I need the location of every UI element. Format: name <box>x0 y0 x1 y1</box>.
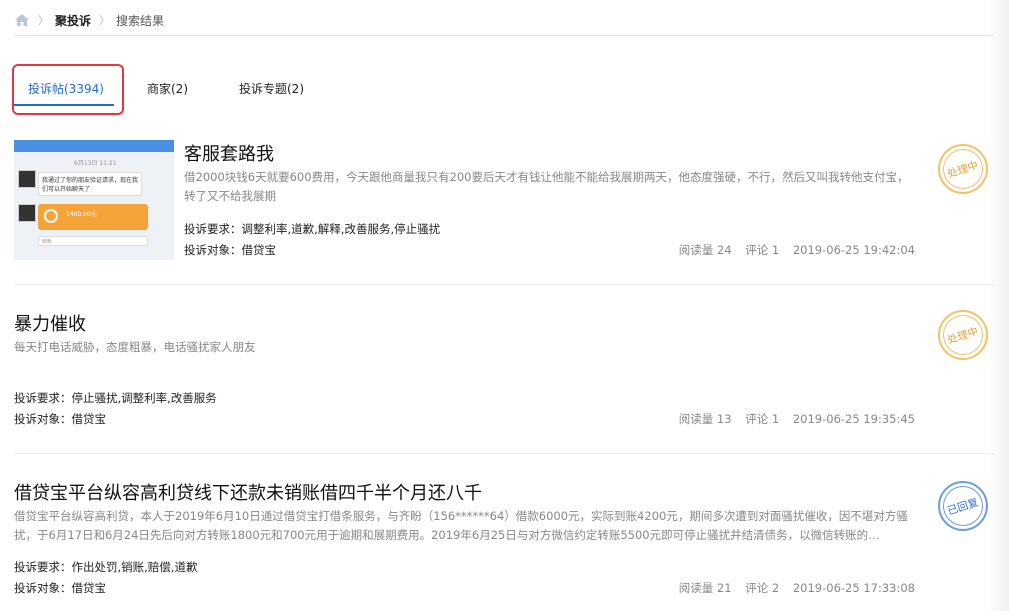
complaint-description: 借贷宝平台纵容高利贷，本人于2019年6月10日通过借贷宝打借条服务，与齐盼（1… <box>14 509 908 542</box>
view-count: 阅读量 24 <box>678 243 732 257</box>
avatar <box>18 204 36 222</box>
thumbnail-input-text: 转账 <box>42 239 53 245</box>
chevron-right-icon: 〉 <box>38 14 49 27</box>
thumbnail-message: 我通过了你的朋友验证请求，现在我们可以开始聊天了 <box>38 172 142 196</box>
tab-complaints[interactable]: 投诉帖(3394) <box>28 80 104 112</box>
comment-count: 评论 2 <box>745 581 780 595</box>
comment-count: 评论 1 <box>745 243 780 257</box>
thumbnail-date: 6月13日 11:21 <box>74 160 117 167</box>
timestamp: 2019-06-25 17:33:08 <box>792 581 915 595</box>
breadcrumb-link-jutousu[interactable]: 聚投诉 <box>55 12 91 29</box>
complaint-demand: 投诉要求：停止骚扰,调整利率,改善服务 <box>14 391 217 405</box>
complaint-description: 借2000块钱6天就要600费用，今天跟他商量我只有200要后天才有钱让他能不能… <box>184 170 909 203</box>
timestamp: 2019-06-25 19:42:04 <box>792 243 915 257</box>
complaint-target: 投诉对象：借贷宝 <box>184 243 276 257</box>
item-divider <box>14 453 994 454</box>
complaint-item[interactable]: 6月13日 11:21 我通过了你的朋友验证请求，现在我们可以开始聊天了 140… <box>14 140 994 270</box>
tab-topics[interactable]: 投诉专题(2) <box>239 80 304 112</box>
tab-merchants[interactable]: 商家(2) <box>147 80 188 112</box>
complaint-title[interactable]: 借贷宝平台纵容高利贷线下还款未销账借四千半个月还八千 <box>14 479 482 505</box>
complaint-demand: 投诉要求：作出处罚,销账,赔偿,道歉 <box>14 560 198 574</box>
page: 〉 聚投诉 〉 搜索结果 投诉帖(3394) 商家(2) 投诉专题(2) 6月1… <box>0 0 1009 611</box>
status-text: 处理中 <box>946 324 980 347</box>
avatar <box>18 170 36 188</box>
status-stamp: 处理中 <box>938 144 988 194</box>
coin-icon <box>44 209 58 223</box>
item-divider <box>14 284 994 285</box>
complaint-thumbnail[interactable]: 6月13日 11:21 我通过了你的朋友验证请求，现在我们可以开始聊天了 140… <box>14 140 174 260</box>
complaint-demand: 投诉要求：调整利率,道歉,解释,改善服务,停止骚扰 <box>184 222 441 236</box>
status-text: 处理中 <box>946 158 980 181</box>
complaint-description: 每天打电话威胁，态度粗暴，电话骚扰家人朋友 <box>14 340 256 354</box>
complaint-item[interactable]: 暴力催收 每天打电话威胁，态度粗暴，电话骚扰家人朋友 投诉要求：停止骚扰,调整利… <box>14 308 994 438</box>
active-tab-underline <box>14 104 114 106</box>
complaint-title[interactable]: 暴力催收 <box>14 310 86 336</box>
view-count: 阅读量 13 <box>678 412 732 426</box>
status-stamp: 处理中 <box>938 310 988 360</box>
chevron-right-icon: 〉 <box>99 14 111 27</box>
thumbnail-amount: 1400.00元 <box>66 211 97 218</box>
complaint-target: 投诉对象：借贷宝 <box>14 581 106 595</box>
complaint-stats: 阅读量 13 评论 1 2019-06-25 19:35:45 <box>669 411 915 427</box>
status-text: 已回复 <box>946 495 980 518</box>
complaint-stats: 阅读量 21 评论 2 2019-06-25 17:33:08 <box>669 580 915 596</box>
complaint-item[interactable]: 借贷宝平台纵容高利贷线下还款未销账借四千半个月还八千 借贷宝平台纵容高利贷，本人… <box>14 477 994 607</box>
view-count: 阅读量 21 <box>678 581 732 595</box>
comment-count: 评论 1 <box>745 412 780 426</box>
divider <box>14 35 994 36</box>
timestamp: 2019-06-25 19:35:45 <box>792 412 915 426</box>
complaint-stats: 阅读量 24 评论 1 2019-06-25 19:42:04 <box>669 242 915 258</box>
breadcrumb: 〉 聚投诉 〉 搜索结果 <box>14 10 164 30</box>
thumbnail-transfer-card: 1400.00元 <box>38 204 148 230</box>
status-stamp: 已回复 <box>938 481 988 531</box>
complaint-title[interactable]: 客服套路我 <box>184 140 274 166</box>
thumbnail-header <box>14 140 174 152</box>
thumbnail-input: 转账 <box>38 236 148 246</box>
breadcrumb-current: 搜索结果 <box>116 13 165 28</box>
complaint-target: 投诉对象：借贷宝 <box>14 412 106 426</box>
home-icon[interactable] <box>14 13 30 27</box>
